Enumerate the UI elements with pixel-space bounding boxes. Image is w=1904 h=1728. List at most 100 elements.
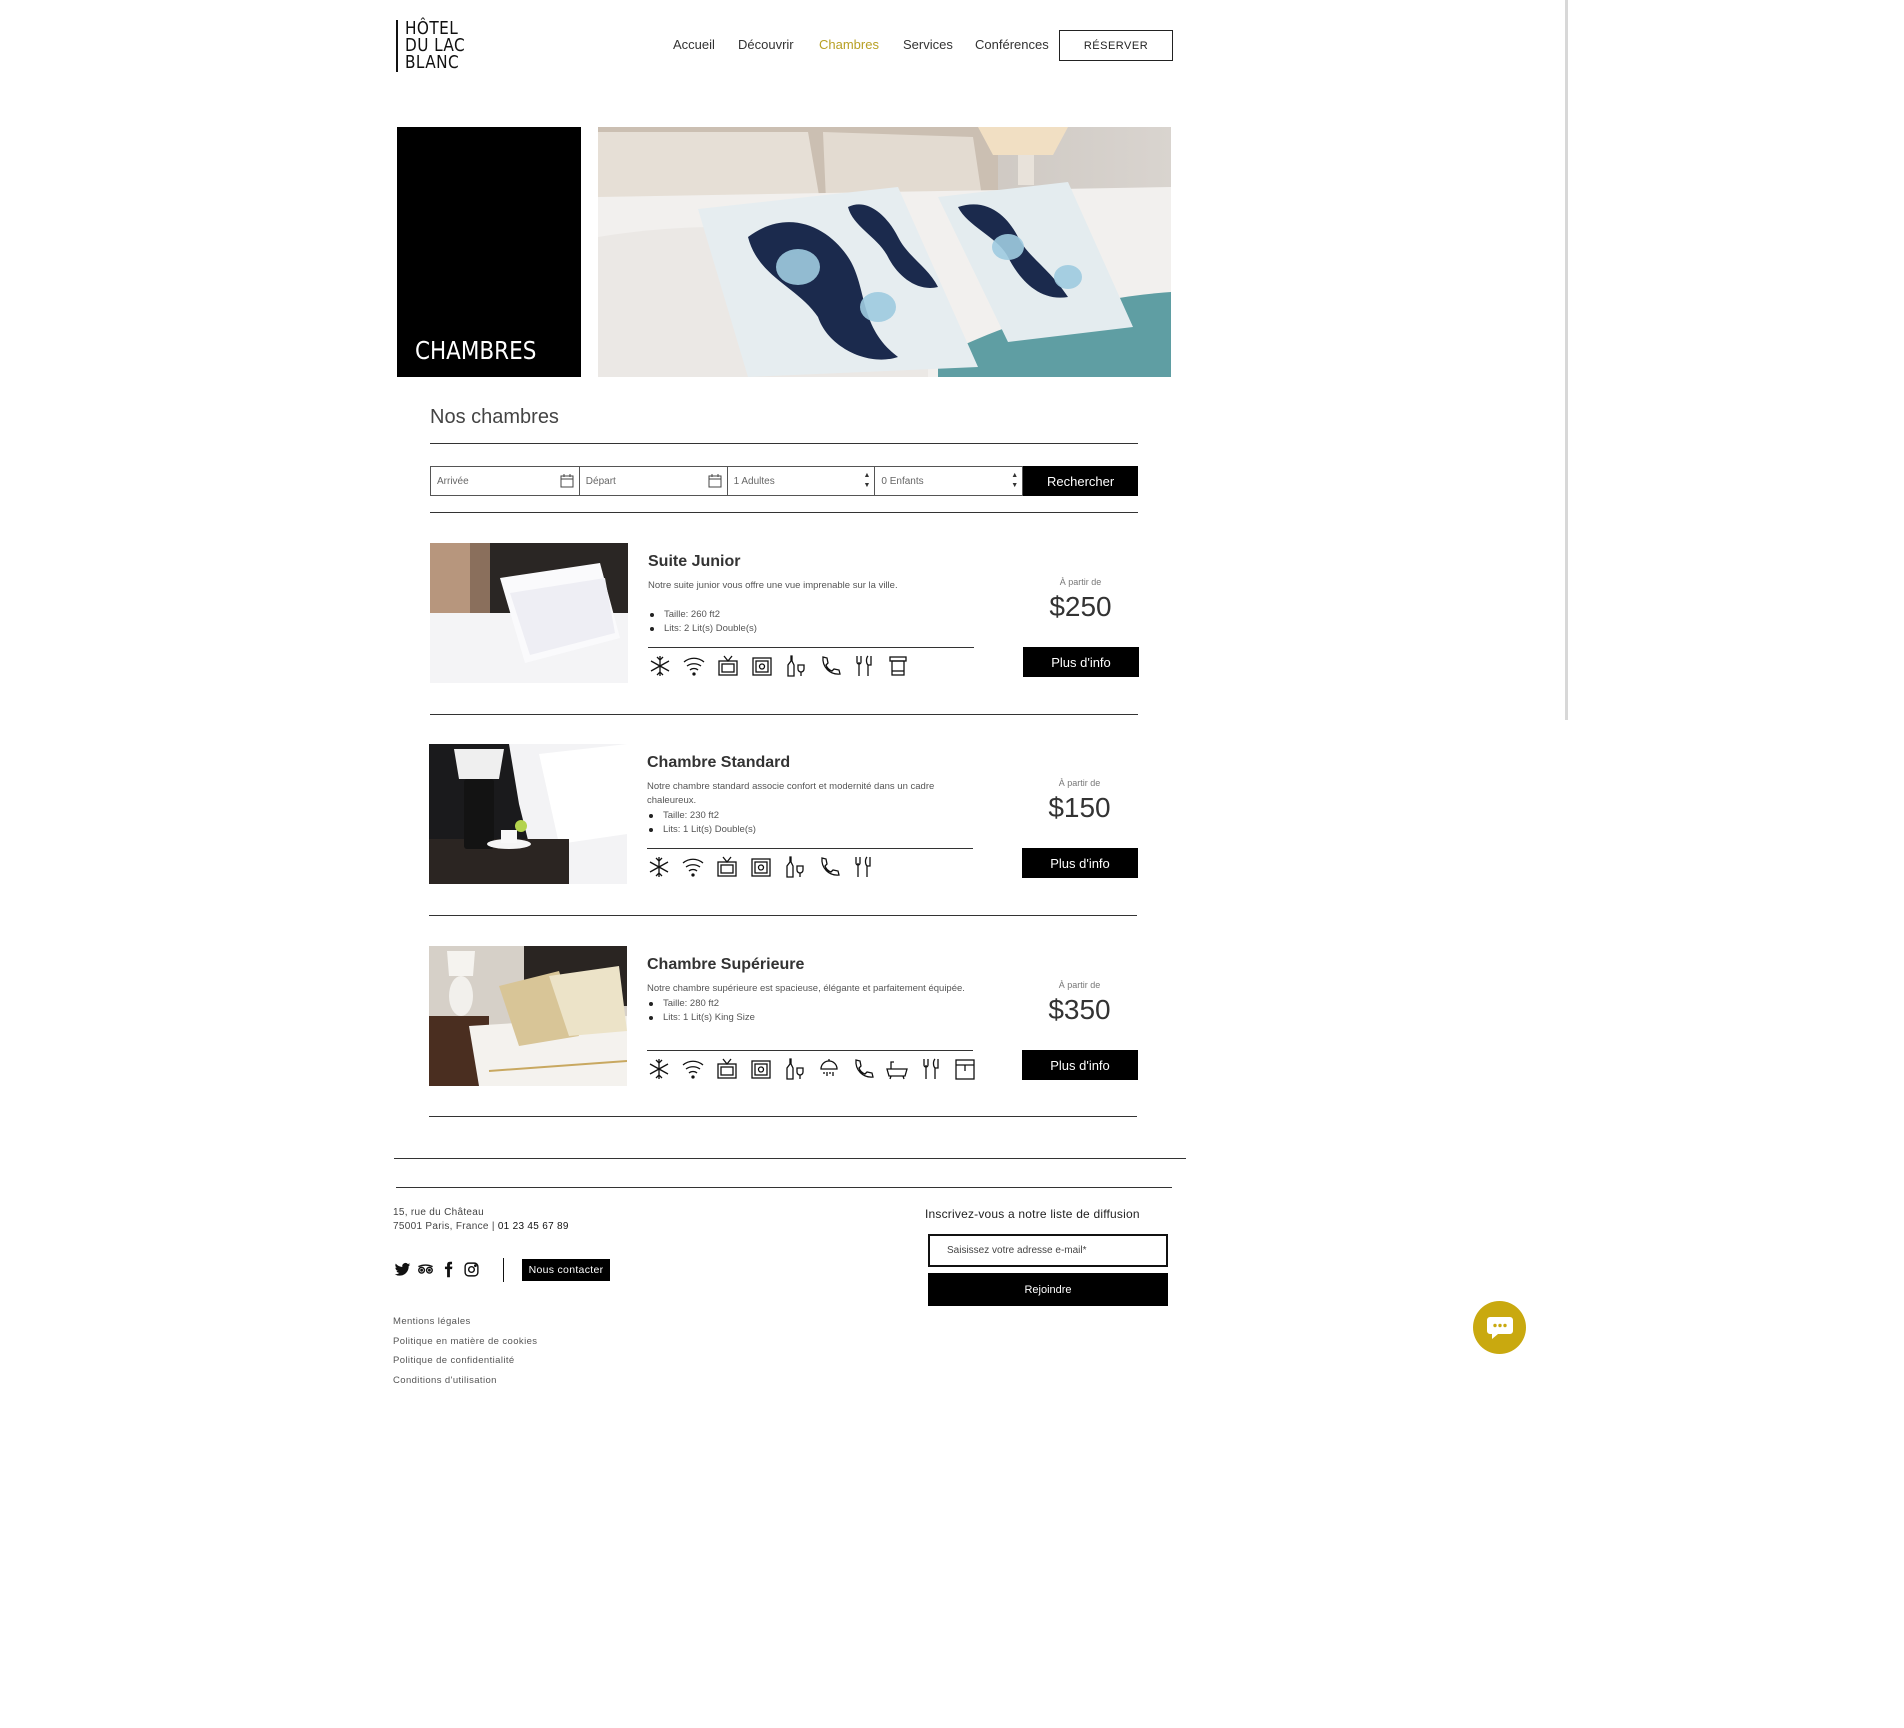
departure-placeholder: Départ	[585, 476, 616, 487]
instagram-icon[interactable]	[463, 1261, 480, 1278]
link-privacy-policy[interactable]: Politique de confidentialité	[393, 1351, 537, 1371]
hotel-logo[interactable]: HÔTEL DU LAC BLANC	[396, 20, 476, 72]
children-stepper[interactable]: 0 Enfants ▲ ▼	[874, 466, 1024, 496]
towel-icon	[886, 654, 910, 678]
availability-search: Arrivée Départ 1 Adultes ▲ ▼ 0 Enfants ▲ ▼…	[430, 466, 1139, 496]
room-name[interactable]: Chambre Supérieure	[647, 956, 804, 974]
nav-item-accueil[interactable]: Accueil	[673, 37, 715, 52]
divider	[647, 1050, 973, 1051]
price-from-label: À partir de	[1059, 577, 1102, 587]
link-legal-notice[interactable]: Mentions légales	[393, 1312, 537, 1332]
divider	[430, 714, 1138, 715]
search-button[interactable]: Rechercher	[1023, 466, 1139, 496]
adults-value: 1 Adultes	[733, 476, 775, 487]
divider	[648, 647, 974, 648]
footer-separator	[503, 1258, 504, 1282]
phone-icon	[851, 1057, 875, 1081]
more-info-button[interactable]: Plus d'info	[1022, 1050, 1138, 1080]
footer-divider	[394, 1158, 1186, 1159]
arrival-placeholder: Arrivée	[437, 476, 469, 487]
rooms-section-title: Nos chambres	[430, 406, 559, 428]
nav-item-decouvrir[interactable]: Découvrir	[738, 37, 794, 52]
wifi-icon	[681, 855, 705, 879]
room-description: Notre chambre supérieure est spacieuse, …	[647, 983, 965, 994]
contact-button[interactable]: Nous contacter	[522, 1259, 610, 1281]
more-info-button[interactable]: Plus d'info	[1023, 647, 1139, 677]
newsletter-email-input[interactable]: Saisissez votre adresse e-mail*	[928, 1234, 1168, 1267]
link-cookie-policy[interactable]: Politique en matière de cookies	[393, 1332, 537, 1352]
amenities-list	[648, 654, 910, 678]
chat-bubble-icon	[1486, 1316, 1513, 1339]
restaurant-icon	[851, 855, 875, 879]
room-card: Chambre Standard Notre chambre standard …	[429, 744, 1139, 886]
stepper-arrows-icon[interactable]: ▲ ▼	[863, 471, 870, 491]
room-description-block: Notre chambre standard associe confort e…	[647, 780, 967, 837]
newsletter-title: Inscrivez-vous a notre liste de diffusio…	[925, 1207, 1140, 1221]
room-beds: Lits: 1 Lit(s) King Size	[647, 1011, 967, 1025]
safe-icon	[749, 855, 773, 879]
nav-item-services[interactable]: Services	[903, 37, 953, 52]
stepper-arrows-icon[interactable]: ▲ ▼	[1011, 471, 1018, 491]
nav-item-conferences[interactable]: Conférences	[975, 37, 1049, 52]
divider	[647, 848, 973, 849]
logo-line-3: BLANC	[405, 52, 460, 73]
room-price: $250	[1049, 591, 1112, 622]
room-card: Chambre Supérieure Notre chambre supérie…	[429, 946, 1139, 1088]
room-specs: Taille: 280 ft2 Lits: 1 Lit(s) King Size	[647, 997, 967, 1025]
balcony-icon	[953, 1057, 977, 1081]
room-photo-suite-junior[interactable]	[430, 543, 628, 683]
address-city: 75001 Paris, France |	[393, 1221, 498, 1232]
footer-divider	[396, 1187, 1172, 1188]
snowflake-icon	[647, 1057, 671, 1081]
phone-icon	[818, 654, 842, 678]
minibar-icon	[783, 1057, 807, 1081]
children-value: 0 Enfants	[881, 476, 924, 487]
minibar-icon	[784, 654, 808, 678]
amenities-list	[647, 855, 875, 879]
phone-number[interactable]: 01 23 45 67 89	[498, 1221, 569, 1232]
room-size: Taille: 230 ft2	[647, 809, 967, 823]
adults-stepper[interactable]: 1 Adultes ▲ ▼	[726, 466, 876, 496]
hero-title-panel: CHAMBRES	[397, 127, 581, 377]
snowflake-icon	[647, 855, 671, 879]
price-from-label: À partir de	[1058, 778, 1101, 788]
room-name[interactable]: Suite Junior	[648, 553, 740, 571]
room-name[interactable]: Chambre Standard	[647, 754, 790, 772]
newsletter-join-button[interactable]: Rejoindre	[928, 1273, 1168, 1306]
more-info-button[interactable]: Plus d'info	[1022, 848, 1138, 878]
room-description-block: Notre chambre supérieure est spacieuse, …	[647, 982, 967, 1025]
twitter-icon[interactable]	[394, 1261, 411, 1278]
reserve-button[interactable]: RÉSERVER	[1059, 30, 1173, 61]
divider	[430, 443, 1138, 444]
room-description: Notre chambre standard associe confort e…	[647, 781, 935, 806]
page-scrollbar[interactable]	[1565, 0, 1568, 720]
restaurant-icon	[852, 654, 876, 678]
room-size: Taille: 260 ft2	[648, 608, 968, 622]
nav-item-chambres[interactable]: Chambres	[819, 37, 879, 52]
restaurant-icon	[919, 1057, 943, 1081]
chat-button[interactable]	[1473, 1301, 1526, 1354]
tv-icon	[715, 1057, 739, 1081]
room-price: $150	[1048, 792, 1111, 823]
room-photo-chambre-standard[interactable]	[429, 744, 627, 884]
snowflake-icon	[648, 654, 672, 678]
calendar-icon	[708, 474, 722, 488]
room-photo-chambre-superieure[interactable]	[429, 946, 627, 1086]
minibar-icon	[783, 855, 807, 879]
link-terms[interactable]: Conditions d'utilisation	[393, 1371, 537, 1391]
room-beds: Lits: 2 Lit(s) Double(s)	[648, 622, 968, 636]
shower-icon	[817, 1057, 841, 1081]
divider	[430, 512, 1138, 513]
divider	[429, 915, 1137, 916]
legal-links: Mentions légales Politique en matière de…	[393, 1312, 537, 1390]
social-links	[394, 1261, 480, 1278]
room-description: Notre suite junior vous offre une vue im…	[648, 580, 898, 591]
departure-date-field[interactable]: Départ	[578, 466, 728, 496]
tripadvisor-icon[interactable]	[417, 1261, 434, 1278]
room-beds: Lits: 1 Lit(s) Double(s)	[647, 823, 967, 837]
facebook-icon[interactable]	[440, 1261, 457, 1278]
wifi-icon	[682, 654, 706, 678]
room-size: Taille: 280 ft2	[647, 997, 967, 1011]
address-line-1: 15, rue du Château	[393, 1207, 485, 1218]
arrival-date-field[interactable]: Arrivée	[430, 466, 580, 496]
